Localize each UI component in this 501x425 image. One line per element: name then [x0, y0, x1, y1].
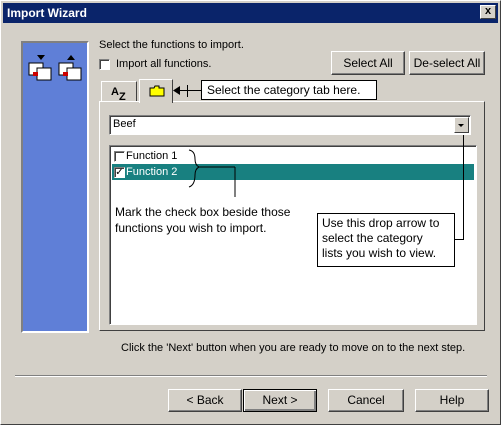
drop-hint-line2: select the category [322, 231, 423, 245]
function-checkbox[interactable] [114, 151, 125, 162]
close-icon: x [484, 5, 492, 17]
drop-hint-pointer-vertical [463, 135, 464, 239]
tab-category[interactable] [139, 79, 173, 103]
help-button[interactable]: Help [415, 389, 489, 412]
import-documents-icon [28, 55, 52, 81]
alphabetical-sort-icon: A Z [111, 86, 126, 101]
function-checkbox[interactable]: ✓ [114, 167, 125, 178]
import-all-label: Import all functions. [116, 58, 212, 70]
close-button[interactable]: x [480, 5, 496, 19]
category-dropdown-value: Beef [113, 118, 136, 130]
chevron-down-icon [458, 124, 464, 127]
window-title: Import Wizard [7, 6, 87, 20]
checkbox-hint-line2: functions you wish to import. [115, 221, 267, 235]
svg-text:A: A [111, 86, 119, 98]
tab-hint-callout: Select the category tab here. [201, 80, 377, 100]
checkbox-hint-bracket [188, 149, 236, 197]
arrow-left-icon [173, 86, 180, 95]
next-button[interactable]: Next > [243, 389, 317, 412]
footer-divider [15, 375, 487, 377]
dropdown-arrow-button[interactable] [454, 117, 469, 133]
tab-alphabetical[interactable]: A Z [101, 81, 137, 103]
import-wizard-window: Import Wizard x Select the functions to … [0, 0, 501, 425]
folder-icon [149, 85, 165, 97]
title-bar: Import Wizard x [3, 3, 498, 23]
tab-hint-tick [187, 85, 188, 97]
category-dropdown[interactable]: Beef [109, 115, 471, 135]
svg-text:Z: Z [119, 91, 126, 101]
wizard-side-panel [21, 41, 89, 333]
list-item[interactable]: ✓ Function 2 [112, 164, 474, 180]
function-label: Function 2 [126, 166, 178, 178]
list-item[interactable]: Function 1 [112, 148, 474, 164]
next-step-hint: Click the 'Next' button when you are rea… [121, 342, 466, 354]
function-label: Function 1 [126, 150, 178, 162]
deselect-all-button[interactable]: De-select All [409, 51, 485, 75]
select-all-button[interactable]: Select All [331, 51, 405, 75]
drop-hint-line3: lists you wish to view. [322, 246, 437, 260]
instruction-text: Select the functions to import. [99, 39, 244, 51]
import-all-checkbox[interactable] [99, 59, 110, 70]
cancel-button[interactable]: Cancel [328, 389, 404, 412]
drop-hint-pointer-horizontal [455, 239, 464, 240]
drop-hint-callout: Use this drop arrow to select the catego… [317, 213, 455, 267]
back-button[interactable]: < Back [168, 389, 242, 412]
checkbox-hint-line1: Mark the check box beside those [115, 205, 291, 219]
export-documents-icon [58, 55, 82, 81]
drop-hint-line1: Use this drop arrow to [322, 216, 440, 230]
